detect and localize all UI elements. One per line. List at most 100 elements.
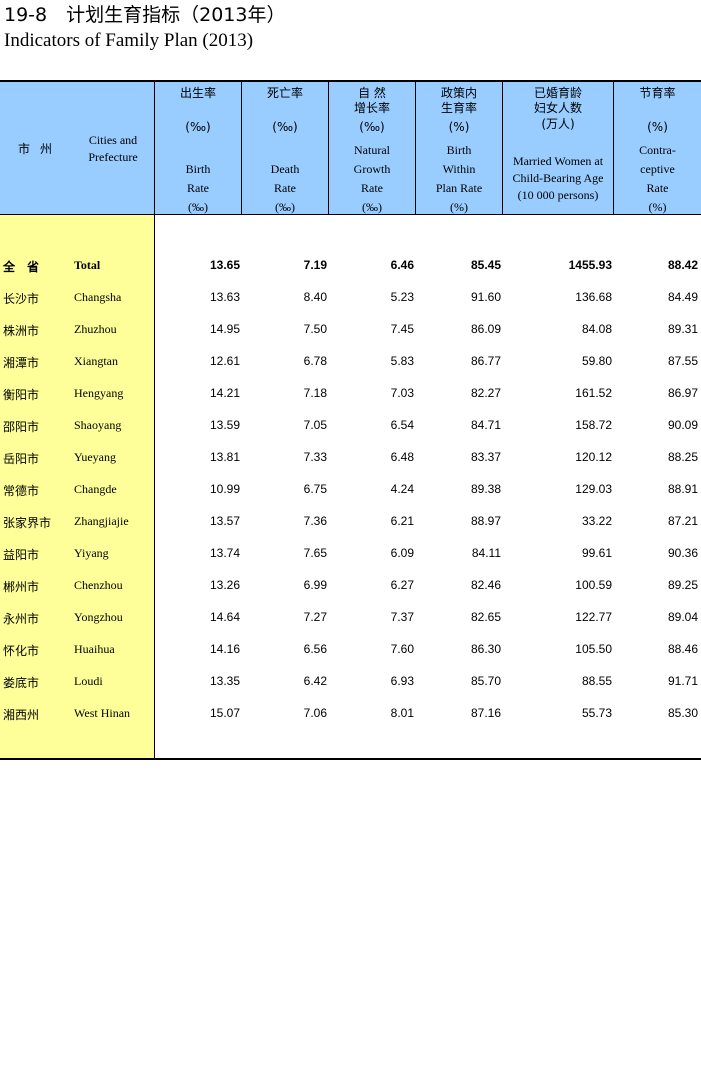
column-header-line: (‰) [185, 120, 211, 134]
table-row: 永州市 Yongzhou 14.64 7.27 7.37 82.65 122.77 89.04 [0, 606, 701, 630]
column-header-line: (10 000 persons) [517, 188, 599, 202]
region-name-chinese: 邵阳市 [3, 420, 40, 434]
value-cell: 86.97 [667, 386, 698, 400]
table-row: 岳阳市 Yueyang 13.81 7.33 6.48 83.37 120.12 88.25 [0, 446, 701, 470]
column-header-line: (%) [647, 120, 668, 134]
column-header-line: Married Women at [512, 154, 604, 168]
column-header-line: (%) [448, 120, 470, 134]
value-cell: 7.06 [303, 706, 327, 720]
value-cell: 89.38 [470, 482, 501, 496]
total-row: 全 省 Total 13.65 7.19 6.46 85.45 1455.93 88.42 [0, 254, 701, 278]
region-name-chinese: 衡阳市 [3, 388, 40, 402]
region-name-english: West Hinan [74, 706, 131, 720]
value-cell: 86.77 [470, 354, 501, 368]
region-name-english: Loudi [74, 674, 103, 688]
value-cell: 7.65 [303, 546, 327, 560]
value-cell: 7.37 [390, 610, 414, 624]
column-header-line: 出生率 [179, 86, 216, 100]
value-cell: 6.27 [390, 578, 414, 592]
value-cell: 5.83 [390, 354, 414, 368]
column-header-line: (‰) [359, 120, 385, 134]
value-cell: 13.74 [209, 546, 240, 560]
value-cell: 120.12 [575, 450, 612, 464]
region-name-chinese: 永州市 [3, 612, 40, 626]
value-cell: 82.65 [470, 610, 501, 624]
column-header-line: Within [442, 162, 476, 176]
value-cell: 161.52 [575, 386, 612, 400]
region-name-chinese: 娄底市 [3, 676, 40, 690]
value-cell: 6.56 [303, 642, 327, 656]
stub-header-english: Cities and Prefecture [78, 132, 148, 166]
value-cell: 88.55 [581, 674, 612, 688]
region-name-english: Total [74, 258, 101, 272]
value-cell: 7.27 [303, 610, 327, 624]
value-cell: 13.81 [209, 450, 240, 464]
value-cell: 8.40 [303, 290, 327, 304]
region-name-chinese: 郴州市 [3, 580, 40, 594]
region-name-chinese: 长沙市 [3, 292, 40, 306]
column-header-line: (‰) [362, 200, 382, 214]
value-cell: 122.77 [575, 610, 612, 624]
region-name-english: Chenzhou [74, 578, 123, 592]
column-header: 出生率 (‰) Birth Rate (‰) [155, 82, 241, 214]
column-header-line: 生育率 [440, 101, 477, 115]
value-cell: 15.07 [209, 706, 240, 720]
region-name-chinese: 常德市 [3, 484, 40, 498]
region-name-english: Zhangjiajie [74, 514, 129, 528]
value-cell: 88.91 [667, 482, 698, 496]
table-row: 长沙市 Changsha 13.63 8.40 5.23 91.60 136.68 84.49 [0, 286, 701, 310]
column-header-line: (%) [450, 200, 468, 214]
indicators-table: 市州 Cities and Prefecture 出生率 (‰) Birth Rate… [0, 80, 701, 760]
value-cell: 88.46 [667, 642, 698, 656]
column-header-line: 节育率 [639, 86, 676, 100]
value-cell: 100.59 [575, 578, 612, 592]
column-header-line: 已婚育龄 [533, 86, 582, 100]
region-name-english: Zhuzhou [74, 322, 117, 336]
title-english: Indicators of Family Plan (2013) [4, 30, 254, 51]
column-header: 政策内 生育率 (%) Birth Within Plan Rate (%) [416, 82, 502, 214]
column-header-line: Birth [446, 143, 472, 157]
column-header-line: Natural [354, 143, 390, 157]
value-cell: 6.46 [390, 258, 414, 272]
value-cell: 7.33 [303, 450, 327, 464]
column-header-line: (‰) [272, 120, 298, 134]
value-cell: 13.59 [209, 418, 240, 432]
value-cell: 6.78 [303, 354, 327, 368]
table-row: 常德市 Changde 10.99 6.75 4.24 89.38 129.03 88.91 [0, 478, 701, 502]
column-header-line: Rate [274, 181, 296, 195]
region-name-chinese: 株洲市 [3, 324, 40, 338]
table-row: 衡阳市 Hengyang 14.21 7.18 7.03 82.27 161.52 86.97 [0, 382, 701, 406]
value-cell: 84.08 [581, 322, 612, 336]
region-name-english: Huaihua [74, 642, 115, 656]
table-bottom-rule [0, 758, 701, 760]
value-cell: 99.61 [581, 546, 612, 560]
value-cell: 6.99 [303, 578, 327, 592]
value-cell: 158.72 [575, 418, 612, 432]
value-cell: 8.01 [390, 706, 414, 720]
value-cell: 13.35 [209, 674, 240, 688]
column-header-line: 死亡率 [266, 86, 303, 100]
region-name-english: Yueyang [74, 450, 116, 464]
value-cell: 7.50 [303, 322, 327, 336]
region-name-chinese: 湘潭市 [3, 356, 40, 370]
value-cell: 13.57 [209, 514, 240, 528]
value-cell: 5.23 [390, 290, 414, 304]
value-cell: 12.61 [209, 354, 240, 368]
value-cell: 82.27 [470, 386, 501, 400]
value-cell: 6.54 [390, 418, 414, 432]
value-cell: 6.09 [390, 546, 414, 560]
column-header-line: Rate [646, 181, 669, 195]
value-cell: 10.99 [209, 482, 240, 496]
region-name-english: Hengyang [74, 386, 124, 400]
title-chinese: 19-8 计划生育指标（2013年） [4, 4, 286, 26]
column-header: 自 然增长率 (‰) Natural Growth Rate (‰) [329, 82, 415, 214]
value-cell: 90.36 [667, 546, 698, 560]
column-header: 死亡率 (‰) Death Rate (‰) [242, 82, 328, 214]
column-header-line: Contra- [639, 143, 676, 157]
stub-header-line: Cities and [88, 133, 138, 147]
table-row: 湘西州 West Hinan 15.07 7.06 8.01 87.16 55.73 85.3… [0, 702, 701, 726]
value-cell: 6.48 [390, 450, 414, 464]
column-header-line: Death [270, 162, 300, 176]
table-row: 益阳市 Yiyang 13.74 7.65 6.09 84.11 99.61 90.36 [0, 542, 701, 566]
region-name-english: Shaoyang [74, 418, 122, 432]
